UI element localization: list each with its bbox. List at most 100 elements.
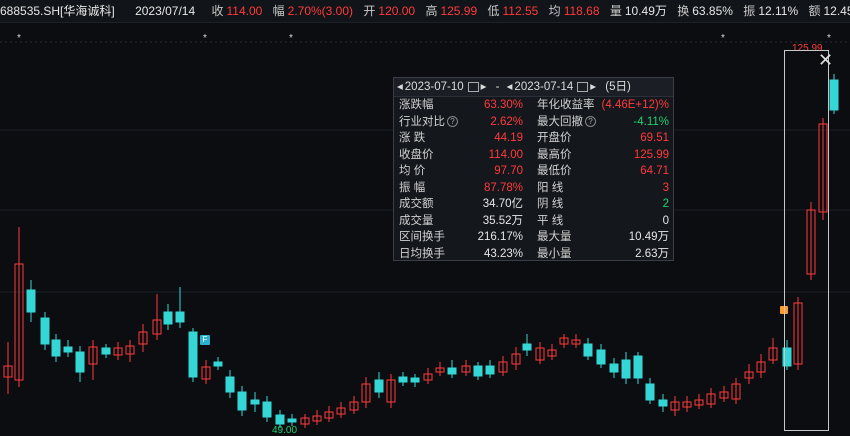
end-date[interactable]: 2023-07-14 bbox=[514, 81, 573, 93]
help-icon[interactable]: ? bbox=[585, 115, 596, 127]
volume-value: 10.49万 bbox=[624, 4, 667, 18]
calendar-icon[interactable] bbox=[467, 81, 479, 92]
prev-end-arrow-icon[interactable]: ◂ bbox=[507, 81, 513, 93]
open-value: 120.00 bbox=[378, 4, 416, 18]
change-label: 幅 bbox=[272, 4, 285, 18]
amplitude-label: 振 bbox=[743, 4, 756, 18]
stat-value: 2 bbox=[662, 198, 669, 210]
stat-label: 涨跌幅 bbox=[399, 99, 434, 111]
stats-row: 涨跌幅 63.30% 年化收益率 (4.46E+12)% bbox=[394, 97, 673, 114]
stat-value: 43.23% bbox=[483, 247, 523, 260]
stat-label: 最大量 bbox=[537, 231, 572, 243]
candle-body[interactable] bbox=[225, 376, 235, 393]
stat-label: 最小量 bbox=[537, 247, 572, 260]
stat-label: 均 价 bbox=[399, 165, 426, 177]
stat-label: 最低价 bbox=[537, 165, 572, 177]
close-icon[interactable]: ✕ bbox=[818, 51, 833, 69]
candle-body[interactable] bbox=[522, 343, 532, 351]
candle-body[interactable] bbox=[250, 399, 260, 405]
candle-body[interactable] bbox=[26, 289, 36, 313]
avg-label: 均 bbox=[548, 4, 561, 18]
stat-value: 44.19 bbox=[494, 132, 523, 144]
stat-value: 2.63万 bbox=[635, 247, 669, 260]
quote-date: 2023/07/14 bbox=[135, 4, 196, 18]
candle-body[interactable] bbox=[609, 363, 619, 373]
stat-value: 114.00 bbox=[488, 148, 523, 161]
quote-header-bar: 688535.SH[华海诚科] 2023/07/14 收 114.00 幅 2.70… bbox=[0, 0, 850, 23]
stats-row: 区间换手 216.17% 最大量 10.49万 bbox=[394, 229, 673, 246]
range-selector[interactable]: ◂ 2023-07-10 ▸ - ◂ 2023-07-14 ▸ (5日) bbox=[394, 78, 673, 97]
financial-report-badge[interactable]: F bbox=[200, 335, 210, 345]
stat-label: 阴 线 bbox=[537, 198, 564, 210]
stat-value: 97.70 bbox=[494, 165, 523, 177]
event-star-icon[interactable]: * bbox=[721, 33, 725, 44]
start-date[interactable]: 2023-07-10 bbox=[405, 81, 464, 93]
candle-body[interactable] bbox=[163, 311, 173, 325]
next-end-arrow-icon[interactable]: ▸ bbox=[590, 81, 596, 93]
stat-label: 行业对比? bbox=[399, 114, 458, 131]
event-star-icon[interactable]: * bbox=[17, 33, 21, 44]
stat-value: -4.11% bbox=[633, 115, 669, 128]
candle-body[interactable] bbox=[213, 361, 223, 367]
event-star-icon[interactable]: * bbox=[289, 33, 293, 44]
candle-body[interactable] bbox=[75, 351, 85, 373]
prev-start-arrow-icon[interactable]: ◂ bbox=[397, 81, 403, 93]
calendar-icon[interactable] bbox=[577, 81, 589, 92]
candle-body[interactable] bbox=[485, 365, 495, 375]
stat-value: 64.71 bbox=[640, 165, 669, 177]
candle-body[interactable] bbox=[374, 379, 384, 393]
stats-row: 均 价 97.70 最低价 64.71 bbox=[394, 163, 673, 180]
stat-label: 平 线 bbox=[537, 214, 564, 227]
low-value: 112.55 bbox=[502, 4, 539, 18]
candle-body[interactable] bbox=[262, 401, 272, 418]
candle-body[interactable] bbox=[410, 377, 420, 383]
candle-body[interactable] bbox=[188, 331, 198, 378]
candle-body[interactable] bbox=[101, 347, 111, 355]
stats-row: 收盘价 114.00 最高价 125.99 bbox=[394, 147, 673, 164]
day-count: (5日) bbox=[605, 81, 631, 93]
stat-label: 开盘价 bbox=[537, 132, 572, 144]
stat-label: 最大回撤? bbox=[537, 114, 596, 131]
low-label: 低 bbox=[487, 4, 500, 18]
candle-body[interactable] bbox=[63, 346, 73, 353]
event-star-icon[interactable]: * bbox=[203, 33, 207, 44]
open-label: 开 bbox=[363, 4, 376, 18]
stat-label: 成交额 bbox=[399, 198, 434, 210]
stat-label: 收盘价 bbox=[399, 148, 434, 161]
candle-body[interactable] bbox=[40, 317, 50, 345]
candle-body[interactable] bbox=[398, 376, 408, 383]
close-value: 114.00 bbox=[226, 4, 263, 18]
stat-value: 34.70亿 bbox=[482, 198, 523, 210]
stat-label: 成交量 bbox=[399, 214, 434, 227]
stats-row: 振 幅 87.78% 阳 线 3 bbox=[394, 180, 673, 197]
turnover-value: 63.85% bbox=[692, 4, 733, 18]
candle-body[interactable] bbox=[633, 355, 643, 379]
candle-body[interactable] bbox=[275, 414, 285, 425]
stat-value: 10.49万 bbox=[628, 231, 669, 243]
candle-body[interactable] bbox=[237, 391, 247, 411]
candle-body[interactable] bbox=[287, 418, 297, 423]
stats-row: 成交额 34.70亿 阴 线 2 bbox=[394, 196, 673, 213]
candle-body[interactable] bbox=[645, 383, 655, 401]
help-icon[interactable]: ? bbox=[447, 115, 458, 127]
stat-label: 日均换手 bbox=[399, 247, 445, 260]
candle-body[interactable] bbox=[51, 339, 61, 357]
amount-value: 12.45亿 bbox=[823, 4, 850, 18]
candle-body[interactable] bbox=[621, 359, 631, 379]
stat-label: 年化收益率 bbox=[537, 99, 595, 111]
stat-value: 35.52万 bbox=[482, 214, 523, 227]
candle-body[interactable] bbox=[596, 349, 606, 365]
event-star-icon[interactable]: * bbox=[827, 33, 831, 44]
candle-body[interactable] bbox=[473, 365, 483, 377]
candle-body[interactable] bbox=[447, 367, 457, 375]
stat-value: 2.62% bbox=[490, 115, 523, 128]
next-start-arrow-icon[interactable]: ▸ bbox=[481, 81, 487, 93]
selected-range-box[interactable] bbox=[784, 50, 829, 431]
candle-body[interactable] bbox=[829, 79, 839, 111]
stats-row: 行业对比? 2.62% 最大回撤? -4.11% bbox=[394, 114, 673, 131]
candle-body[interactable] bbox=[583, 343, 593, 357]
stats-row: 涨 跌 44.19 开盘价 69.51 bbox=[394, 130, 673, 147]
candle-body[interactable] bbox=[175, 311, 185, 323]
range-stats-panel: ◂ 2023-07-10 ▸ - ◂ 2023-07-14 ▸ (5日) 涨跌幅 63.3… bbox=[393, 77, 674, 261]
candle-body[interactable] bbox=[658, 399, 668, 407]
